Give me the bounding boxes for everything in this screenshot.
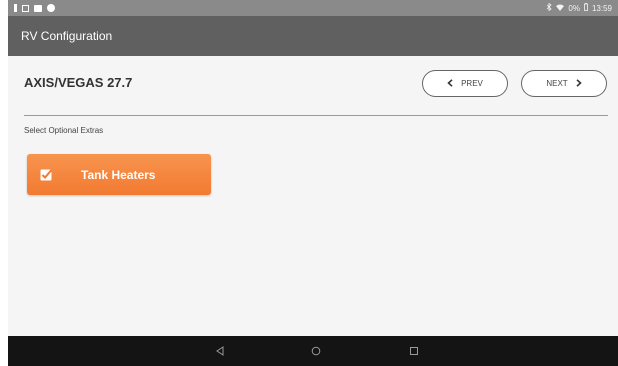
chevron-right-icon: [576, 78, 582, 90]
battery-icon: [584, 3, 588, 13]
wifi-icon: [556, 4, 565, 13]
next-label: NEXT: [546, 79, 568, 88]
recent-square-icon[interactable]: [407, 344, 421, 358]
status-notifications: [14, 4, 55, 12]
rv-model-title: AXIS/VEGAS 27.7: [24, 75, 133, 90]
notification-app-icon: [22, 4, 29, 12]
system-nav-bar: [8, 336, 618, 366]
app-title: RV Configuration: [21, 29, 113, 43]
prev-label: PREV: [461, 79, 483, 88]
section-label: Select Optional Extras: [24, 126, 104, 135]
clock: 13:59: [591, 3, 612, 13]
bluetooth-icon: [546, 2, 553, 13]
tank-heaters-toggle[interactable]: Tank Heaters: [27, 154, 211, 195]
check-icon: [40, 168, 53, 181]
status-system: 0% 13:59: [546, 2, 612, 13]
battery-percent: 0%: [568, 3, 580, 13]
tank-heaters-label: Tank Heaters: [81, 167, 156, 182]
header-divider: [24, 115, 608, 116]
app-bar: RV Configuration: [8, 16, 618, 56]
main-content: AXIS/VEGAS 27.7 PREV NEXT Select Optiona…: [8, 56, 618, 336]
prev-button[interactable]: PREV: [422, 70, 508, 97]
device-screen: 0% 13:59 RV Configuration AXIS/VEGAS 27.…: [8, 0, 618, 366]
back-triangle-icon[interactable]: [213, 344, 227, 358]
notification-icon: [14, 4, 17, 12]
status-bar: 0% 13:59: [8, 0, 618, 16]
notification-dot-icon: [47, 4, 55, 12]
chevron-left-icon: [447, 78, 453, 90]
notification-image-icon: [34, 4, 42, 12]
next-button[interactable]: NEXT: [521, 70, 607, 97]
home-circle-icon[interactable]: [309, 344, 323, 358]
